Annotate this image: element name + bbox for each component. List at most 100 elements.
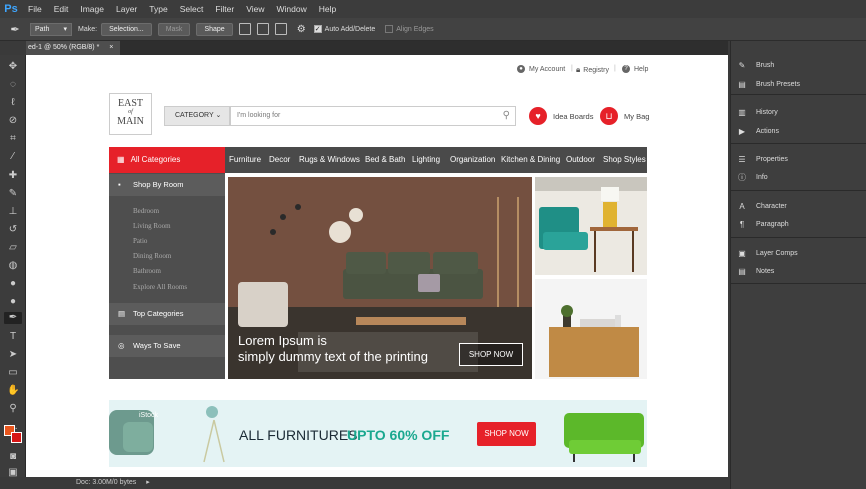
room-patio[interactable]: Patio [133,237,147,245]
clone-stamp-tool-icon[interactable]: ⊥ [7,206,19,218]
info-icon: ⓘ [738,173,746,182]
nav-kitchen-dining[interactable]: Kitchen & Dining [501,147,560,173]
nav-outdoor[interactable]: Outdoor [566,147,595,173]
panel-brush-presets[interactable]: ▤ Brush Presets [737,80,800,89]
banner-shop-now-button[interactable]: SHOP NOW [477,422,536,446]
paint-bucket-tool-icon[interactable]: ◍ [7,260,19,272]
ottoman-promo-image[interactable] [535,279,647,379]
shape-button[interactable]: Shape [196,22,233,36]
menu-edit[interactable]: Edit [48,4,75,14]
hand-tool-icon[interactable]: ✋ [7,385,19,397]
menu-image[interactable]: Image [74,4,110,14]
site-logo[interactable]: EAST of MAIN [109,93,152,135]
background-color-swatch[interactable] [11,432,22,443]
type-tool-icon[interactable]: T [7,331,19,343]
panel-actions[interactable]: ▶ Actions [737,127,779,136]
panel-paragraph[interactable]: ¶ Paragraph [737,220,789,229]
eraser-tool-icon[interactable]: ▱ [7,242,19,254]
panel-character[interactable]: A Character [737,202,786,211]
banner-text: ALL FURNITURES [239,427,358,443]
ways-to-save-header[interactable]: ◎ Ways To Save [109,335,225,357]
room-explore-all[interactable]: Explore All Rooms [133,283,187,291]
path-alignment-icon[interactable] [256,23,269,35]
help-link[interactable]: ? Help [622,65,648,73]
tools-panel: ✥ ◌ ℓ ⊘ ⌗ ⁄ ✚ ✎ ⊥ ↺ ▱ ◍ ● ● ✒ T ➤ ▭ ✋ ⚲ … [0,55,26,479]
document-canvas[interactable]: ● My Account | 🔒︎ Registry | ? Help EAST of… [26,55,728,477]
room-living-room[interactable]: Living Room [133,222,171,230]
align-edges-label: Align Edges [396,25,434,33]
dodge-tool-icon[interactable]: ● [7,296,19,308]
healing-brush-tool-icon[interactable]: ✚ [7,170,19,182]
pen-tool-icon[interactable]: ✒ [4,312,22,324]
gear-icon[interactable]: ⚙ [297,24,306,35]
crop-tool-icon[interactable]: ⌗ [7,133,19,145]
marquee-tool-icon[interactable]: ◌ [7,79,19,91]
tag-icon: ◎ [118,341,125,350]
nav-bed-bath[interactable]: Bed & Bath [365,147,405,173]
menu-type[interactable]: Type [143,4,173,14]
room-dining-room[interactable]: Dining Room [133,252,171,260]
category-dropdown[interactable]: CATEGORY ⌄ [164,106,230,126]
chevron-down-icon: ▾ [63,25,67,33]
rectangle-tool-icon[interactable]: ▭ [7,367,19,379]
selection-button[interactable]: Selection... [101,22,152,36]
path-arrangement-icon[interactable] [274,23,287,35]
path-operations-icon[interactable] [238,23,251,35]
menu-help[interactable]: Help [313,4,342,14]
ottoman-photo [535,279,647,379]
mask-button[interactable]: Mask [157,22,191,36]
panel-layer-comps[interactable]: ▣ Layer Comps [737,249,797,258]
panel-info[interactable]: ⓘ Info [737,173,768,182]
panel-properties[interactable]: ☰ Properties [737,155,788,164]
nav-organization[interactable]: Organization [450,147,495,173]
panel-brush[interactable]: ✎ Brush [737,61,775,70]
history-brush-tool-icon[interactable]: ↺ [7,224,19,236]
panel-notes[interactable]: ▤ Notes [737,267,774,276]
idea-boards-link[interactable]: ♥ Idea Boards [529,107,593,125]
my-bag-link[interactable]: ⊔ My Bag [600,107,649,125]
align-edges-checkbox[interactable] [385,25,394,33]
room-bathroom[interactable]: Bathroom [133,267,161,275]
move-tool-icon[interactable]: ✥ [7,61,19,73]
status-arrow-icon[interactable]: ▸ [146,479,150,486]
nav-shop-styles[interactable]: Shop Styles [603,147,646,173]
all-categories-button[interactable]: ▦ All Categories [109,147,225,173]
menu-file[interactable]: File [22,4,48,14]
menu-select[interactable]: Select [174,4,210,14]
path-selection-tool-icon[interactable]: ➤ [7,349,19,361]
room-bedroom[interactable]: Bedroom [133,207,159,215]
zoom-tool-icon[interactable]: ⚲ [7,403,19,415]
nav-decor[interactable]: Decor [269,147,290,173]
close-icon[interactable]: × [109,44,113,51]
search-icon[interactable]: ⚲ [503,107,510,125]
nav-lighting[interactable]: Lighting [412,147,440,173]
menu-view[interactable]: View [240,4,270,14]
app-logo: Ps [4,3,18,15]
tool-mode-select[interactable]: Path ▾ [30,22,72,36]
menu-window[interactable]: Window [270,4,312,14]
armchair-promo-image[interactable] [535,177,647,275]
shop-by-room-header[interactable]: ▪ Shop By Room [109,174,225,196]
top-categories-header[interactable]: ▤ Top Categories [109,303,225,325]
menu-layer[interactable]: Layer [110,4,143,14]
blur-tool-icon[interactable]: ● [7,278,19,290]
menu-filter[interactable]: Filter [209,4,240,14]
screen-mode-icon[interactable]: ▣ [7,467,19,479]
registry-link[interactable]: 🔒︎ Registry [576,65,609,75]
quick-mask-icon[interactable]: ◙ [7,451,19,463]
lasso-tool-icon[interactable]: ℓ [7,97,19,109]
document-tab[interactable]: ed-1 @ 50% (RGB/8) * × [26,41,120,55]
auto-add-delete-checkbox[interactable]: ✓ [313,25,322,33]
panel-group-properties: ☰ Properties ⓘ Info [731,145,866,191]
hero-subtitle: simply dummy text of the printing [238,349,429,364]
search-input[interactable]: I'm looking for ⚲ [230,106,516,126]
nav-rugs-windows[interactable]: Rugs & Windows [299,147,360,173]
pen-tool-preset-icon[interactable]: ✒ [0,23,30,36]
nav-furniture[interactable]: Furniture [229,147,261,173]
brush-tool-icon[interactable]: ✎ [7,188,19,200]
quick-selection-tool-icon[interactable]: ⊘ [7,115,19,127]
hero-shop-now-button[interactable]: SHOP NOW [459,343,523,366]
panel-history[interactable]: ▥ History [737,108,778,117]
eyedropper-tool-icon[interactable]: ⁄ [7,151,19,163]
my-account-link[interactable]: ● My Account [517,65,565,73]
